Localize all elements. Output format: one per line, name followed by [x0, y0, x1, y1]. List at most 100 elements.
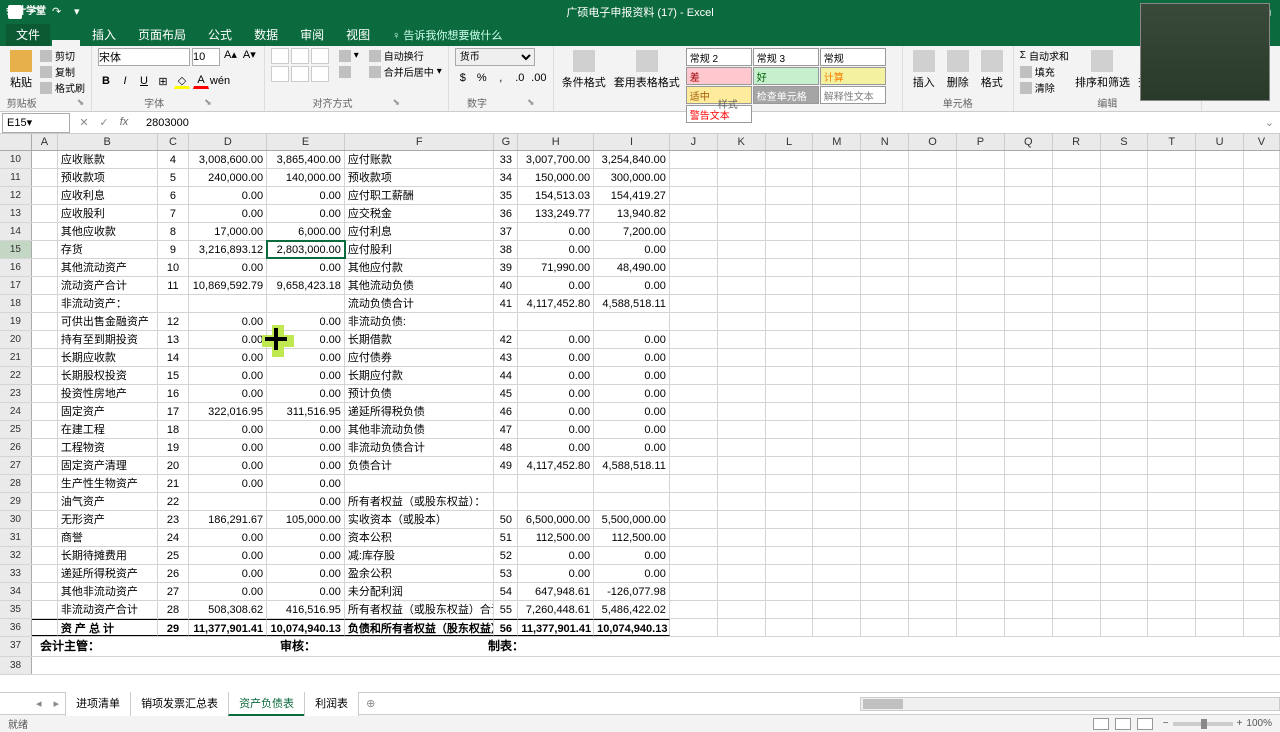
- cell[interactable]: 长期应付款: [345, 367, 495, 384]
- cell[interactable]: [1053, 205, 1101, 222]
- row-header[interactable]: 19: [0, 313, 32, 330]
- cell[interactable]: [813, 331, 861, 348]
- cell[interactable]: [909, 421, 957, 438]
- cell[interactable]: [1148, 601, 1196, 618]
- cell[interactable]: 0.00: [594, 241, 670, 258]
- cell[interactable]: [1244, 349, 1280, 366]
- tab-insert[interactable]: 插入: [82, 23, 126, 46]
- cell[interactable]: [1101, 583, 1149, 600]
- cell[interactable]: 33: [494, 151, 518, 168]
- cell[interactable]: [813, 619, 861, 636]
- cell[interactable]: [1244, 493, 1280, 510]
- cell[interactable]: [1053, 403, 1101, 420]
- cell[interactable]: [1148, 241, 1196, 258]
- cell[interactable]: 5,486,422.02: [594, 601, 670, 618]
- cell[interactable]: 6,500,000.00: [518, 511, 594, 528]
- cell[interactable]: [1101, 241, 1149, 258]
- col-header-G[interactable]: G: [494, 134, 518, 150]
- cell[interactable]: [861, 385, 909, 402]
- cell[interactable]: 34: [494, 169, 518, 186]
- cell[interactable]: 3,008,600.00: [189, 151, 267, 168]
- cell[interactable]: [1005, 619, 1053, 636]
- number-format-select[interactable]: 货币: [455, 48, 535, 66]
- cell[interactable]: [813, 349, 861, 366]
- cell[interactable]: 0.00: [518, 547, 594, 564]
- wrap-text-button[interactable]: 自动换行: [369, 48, 442, 63]
- cell[interactable]: [670, 151, 718, 168]
- cell[interactable]: [1196, 241, 1244, 258]
- cell[interactable]: [766, 619, 814, 636]
- align-middle-icon[interactable]: [291, 48, 309, 64]
- cell[interactable]: [909, 187, 957, 204]
- cell[interactable]: [718, 511, 766, 528]
- cell[interactable]: [813, 511, 861, 528]
- cell[interactable]: [957, 295, 1005, 312]
- align-right-icon[interactable]: [311, 66, 329, 82]
- cell[interactable]: [718, 331, 766, 348]
- cell[interactable]: [1053, 295, 1101, 312]
- cell[interactable]: [766, 565, 814, 582]
- cell[interactable]: [32, 565, 58, 582]
- cell[interactable]: [1244, 223, 1280, 240]
- row-header[interactable]: 10: [0, 151, 32, 168]
- cell[interactable]: 0.00: [594, 331, 670, 348]
- cell[interactable]: 50: [494, 511, 518, 528]
- cell[interactable]: 持有至到期投资: [58, 331, 158, 348]
- cell[interactable]: [1196, 475, 1244, 492]
- dec-decimal-button[interactable]: .00: [531, 70, 547, 86]
- row-header[interactable]: 18: [0, 295, 32, 312]
- cell[interactable]: [766, 295, 814, 312]
- cell[interactable]: [909, 277, 957, 294]
- cell[interactable]: [957, 493, 1005, 510]
- cell[interactable]: [861, 529, 909, 546]
- cell[interactable]: [1244, 547, 1280, 564]
- cell[interactable]: 长期待摊费用: [58, 547, 158, 564]
- cell[interactable]: [32, 619, 58, 636]
- cell[interactable]: [1005, 511, 1053, 528]
- cell[interactable]: [32, 601, 58, 618]
- cell[interactable]: [1101, 223, 1149, 240]
- cell[interactable]: [957, 547, 1005, 564]
- cell[interactable]: 54: [494, 583, 518, 600]
- cell[interactable]: [1244, 313, 1280, 330]
- cell[interactable]: 0.00: [189, 187, 267, 204]
- cell[interactable]: [861, 313, 909, 330]
- cell[interactable]: [909, 565, 957, 582]
- cell[interactable]: 其他应付款: [345, 259, 495, 276]
- cell[interactable]: 其他非流动资产: [58, 583, 158, 600]
- cell[interactable]: 0.00: [267, 205, 345, 222]
- col-header-R[interactable]: R: [1053, 134, 1101, 150]
- cell[interactable]: [1148, 295, 1196, 312]
- cell[interactable]: [1053, 439, 1101, 456]
- cell[interactable]: [518, 475, 594, 492]
- percent-button[interactable]: %: [474, 70, 490, 86]
- cell[interactable]: 其他流动负债: [345, 277, 495, 294]
- cell[interactable]: 应付股利: [345, 241, 495, 258]
- cell[interactable]: [718, 529, 766, 546]
- horizontal-scrollbar[interactable]: [860, 697, 1280, 711]
- cell[interactable]: [1196, 205, 1244, 222]
- cell[interactable]: [32, 367, 58, 384]
- cell[interactable]: 71,990.00: [518, 259, 594, 276]
- cell[interactable]: 14: [158, 349, 190, 366]
- cell[interactable]: [909, 205, 957, 222]
- cell[interactable]: [957, 439, 1005, 456]
- cell[interactable]: [1005, 385, 1053, 402]
- cell[interactable]: [957, 565, 1005, 582]
- row-header[interactable]: 14: [0, 223, 32, 240]
- cell[interactable]: [1053, 385, 1101, 402]
- cell[interactable]: 0.00: [189, 421, 267, 438]
- cell[interactable]: [1101, 457, 1149, 474]
- cell[interactable]: 0.00: [189, 439, 267, 456]
- cell[interactable]: [909, 619, 957, 636]
- cell[interactable]: 商誉: [58, 529, 158, 546]
- cell[interactable]: [1101, 313, 1149, 330]
- cell[interactable]: 11,377,901.41: [518, 619, 594, 636]
- cell[interactable]: [1244, 385, 1280, 402]
- cell[interactable]: [1053, 331, 1101, 348]
- cell[interactable]: [1005, 295, 1053, 312]
- cell[interactable]: [861, 439, 909, 456]
- cell[interactable]: [518, 493, 594, 510]
- cell[interactable]: [766, 385, 814, 402]
- cell[interactable]: [1196, 223, 1244, 240]
